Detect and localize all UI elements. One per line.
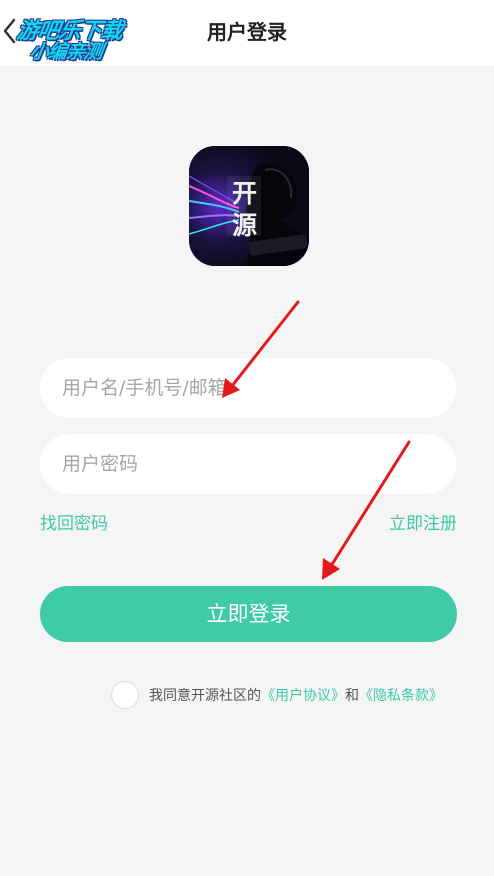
watermark-line-2: 小编亲测	[28, 41, 104, 63]
password-input[interactable]	[62, 453, 456, 475]
forgot-password-link[interactable]: 找回密码	[40, 509, 108, 534]
password-field[interactable]	[40, 434, 456, 494]
privacy-terms-link[interactable]: 《隐私条款》	[359, 688, 443, 704]
app-logo-artwork: 开 源	[189, 146, 309, 266]
register-link[interactable]: 立即注册	[389, 509, 457, 534]
user-agreement-link[interactable]: 《用户协议》	[261, 688, 345, 704]
agreement-text: 我同意开源社区的《用户协议》和《隐私条款》	[149, 685, 443, 705]
app-logo-char-bottom: 源	[232, 211, 257, 240]
app-logo: 开 源	[189, 146, 309, 266]
agreement-conjunction: 和	[345, 688, 359, 704]
agreement-prefix: 我同意开源社区的	[149, 688, 261, 704]
watermark-logo: 游吧乐下载 小编亲测	[10, 10, 153, 64]
username-field[interactable]	[40, 358, 456, 418]
username-input[interactable]	[62, 377, 456, 399]
agreement-row: 我同意开源社区的《用户协议》和《隐私条款》	[111, 681, 443, 709]
agreement-checkbox[interactable]	[111, 681, 139, 709]
top-bar: 游吧乐下载 小编亲测 用户登录	[0, 0, 494, 66]
app-logo-char-top: 开	[232, 179, 257, 208]
login-button[interactable]: 立即登录	[40, 586, 457, 642]
